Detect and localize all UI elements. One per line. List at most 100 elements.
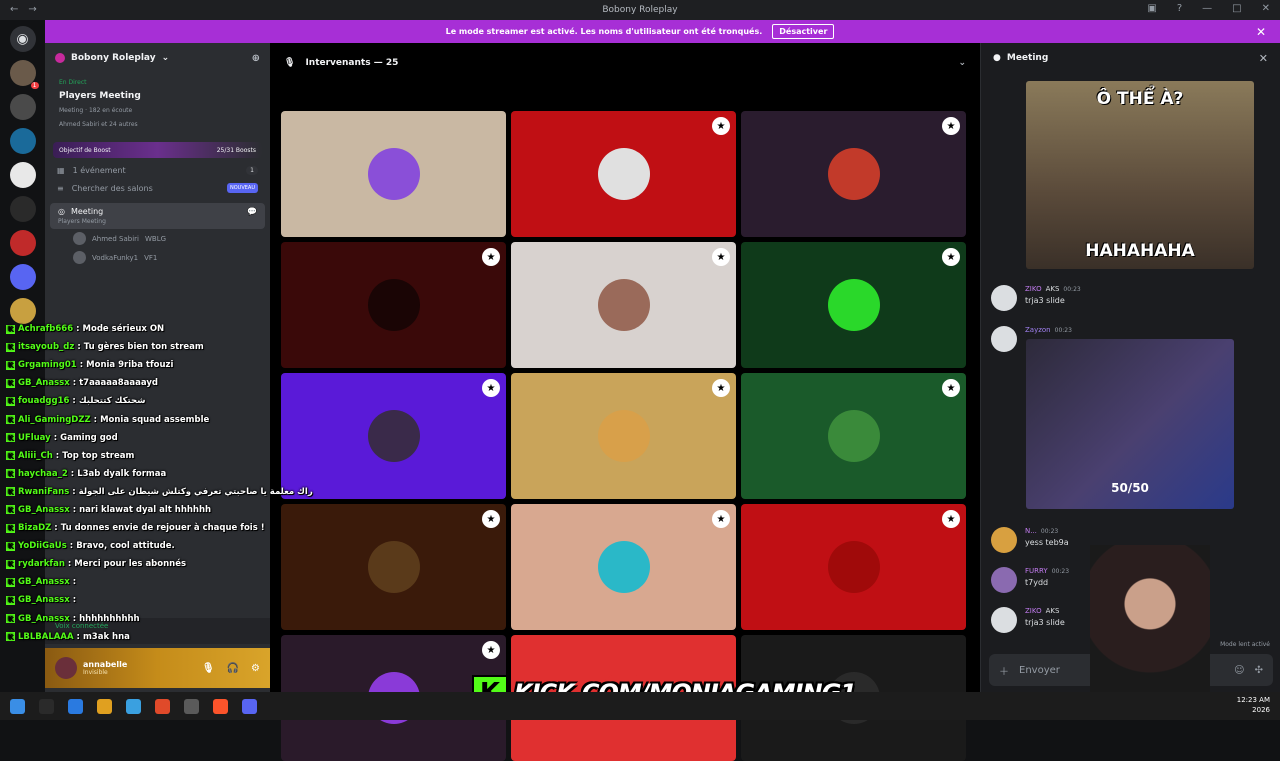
speaker-tile[interactable]: ★ bbox=[741, 504, 966, 630]
discord-home-icon[interactable]: ◉ bbox=[9, 26, 36, 52]
browse-channels-row[interactable]: ≡ Chercher des salons NOUVEAU bbox=[45, 179, 270, 197]
speaker-tile[interactable]: ★ bbox=[741, 242, 966, 368]
voice-channel-name: Meeting bbox=[70, 207, 104, 216]
chat-text: Mode sérieux ON bbox=[82, 324, 165, 335]
chat-text: Gaming god bbox=[60, 432, 118, 443]
kick-badge-icon: K bbox=[6, 360, 15, 370]
kick-badge-icon: K bbox=[6, 469, 15, 479]
inbox-icon[interactable]: ▣ bbox=[1147, 3, 1156, 14]
help-icon[interactable]: ? bbox=[1177, 3, 1182, 14]
stream-chat-message: K GB_Anassx: bbox=[6, 595, 77, 606]
chat-username: Aliii_Ch bbox=[18, 450, 53, 461]
voice-user[interactable]: Ahmed Sabiri WBLG bbox=[45, 229, 270, 248]
user-panel: annabelle Invisible 🎙 🎧 ⚙ bbox=[45, 648, 270, 688]
chat-text: راك معلمة يا صاحبتي تعرفي وكتلش شيطان عل… bbox=[78, 486, 313, 497]
speaker-tile[interactable]: ★ bbox=[511, 111, 736, 237]
close-icon[interactable]: ✕ bbox=[1259, 52, 1268, 65]
app-icon[interactable] bbox=[39, 698, 54, 714]
chat-username: rydarkfan bbox=[18, 559, 65, 570]
mute-icon[interactable]: 🎙 bbox=[202, 663, 215, 674]
streamer-mode-banner: Le mode streamer est activé. Les noms d'… bbox=[0, 20, 1280, 43]
avatar[interactable] bbox=[55, 657, 77, 679]
speaker-grid: ★ ★ ★ ★ ★ ★ ★ ★ ★ ★ ★ ★ bbox=[281, 111, 966, 761]
forward-icon[interactable]: → bbox=[28, 4, 36, 15]
chat-text: Top top stream bbox=[62, 450, 135, 461]
app-icon[interactable] bbox=[126, 698, 141, 714]
headphones-icon[interactable]: 🎧 bbox=[227, 663, 239, 674]
minimize-button[interactable]: — bbox=[1202, 3, 1212, 14]
avatar bbox=[991, 285, 1017, 311]
video-attachment[interactable]: 50/50 bbox=[1026, 339, 1234, 509]
chevron-down-icon[interactable]: ⌄ bbox=[958, 58, 966, 68]
voice-user[interactable]: VodkaFunky1 VF1 bbox=[45, 248, 270, 267]
maximize-button[interactable]: □ bbox=[1232, 3, 1241, 14]
gear-icon[interactable]: ⚙ bbox=[251, 663, 260, 674]
voice-channel-sub: Players Meeting bbox=[58, 218, 106, 225]
boost-goal-bar[interactable]: Objectif de Boost 25/31 Boosts bbox=[53, 142, 262, 158]
speaker-tile[interactable]: ★ bbox=[741, 111, 966, 237]
chat-message[interactable]: N... 00:23 yess teb9a bbox=[991, 527, 1069, 553]
title-bar: ← → Bobony Roleplay ▣? — □ ✕ bbox=[0, 0, 1280, 20]
server-icon[interactable] bbox=[9, 162, 36, 188]
chat-username: GB_Anassx bbox=[18, 504, 70, 515]
stream-chat-message: Krydarkfan: Merci pour les abonnés bbox=[6, 559, 187, 570]
windows-start-icon[interactable] bbox=[10, 698, 25, 714]
speaker-tile[interactable]: ★ bbox=[511, 373, 736, 499]
chat-text: Bravo, cool attitude. bbox=[76, 541, 175, 552]
voice-channel-meeting[interactable]: ◎ Meeting 💬 Players Meeting bbox=[50, 203, 265, 229]
app-icon[interactable] bbox=[155, 698, 170, 714]
chat-message[interactable]: ZIKO AKS 00:23 trja3 slide bbox=[991, 285, 1081, 311]
avatar bbox=[597, 148, 650, 200]
app-icon[interactable] bbox=[184, 698, 199, 714]
server-icon[interactable]: 1 bbox=[9, 60, 39, 89]
stream-chat-message: K Aliii_Ch: Top top stream bbox=[6, 450, 135, 461]
speaker-tile[interactable]: ★ bbox=[511, 504, 736, 630]
speaker-tile[interactable]: ★ bbox=[511, 242, 736, 368]
apps-icon[interactable]: ✣ bbox=[1255, 665, 1263, 676]
chrome-icon[interactable] bbox=[97, 698, 112, 714]
gif-caption-bottom: HAHAHAHA bbox=[1085, 241, 1195, 261]
discord-icon[interactable] bbox=[242, 698, 257, 714]
kick-badge-icon: K bbox=[6, 487, 15, 497]
brave-icon[interactable] bbox=[213, 698, 228, 714]
server-icon[interactable] bbox=[9, 94, 36, 120]
speaker-tile[interactable]: ★ bbox=[281, 504, 506, 630]
events-row[interactable]: ▦ 1 événement 1 bbox=[45, 162, 270, 179]
disable-streamer-mode-button[interactable]: Désactiver bbox=[772, 24, 835, 39]
close-window-button[interactable]: ✕ bbox=[1262, 3, 1270, 14]
chat-message[interactable]: ZIKO AKS trja3 slide bbox=[991, 607, 1065, 633]
speaker-tile[interactable] bbox=[281, 111, 506, 237]
close-icon[interactable]: ✕ bbox=[1256, 25, 1266, 39]
server-header[interactable]: Bobony Roleplay ⌄ ⊕ bbox=[45, 43, 270, 73]
avatar bbox=[597, 279, 650, 331]
moderator-badge-icon: ★ bbox=[712, 510, 730, 528]
kick-badge-icon: K bbox=[6, 559, 15, 569]
chat-username: Ali_GamingDZZ bbox=[18, 414, 91, 425]
chat-username: itsayoub_dz bbox=[18, 342, 75, 353]
message-input[interactable]: Envoyer bbox=[1019, 665, 1060, 676]
app-icon[interactable] bbox=[68, 698, 83, 714]
system-clock[interactable]: 12:23 AM 2026 bbox=[1237, 695, 1270, 715]
server-icon[interactable] bbox=[9, 196, 36, 222]
kick-badge-icon: K bbox=[6, 433, 15, 443]
window-title: Bobony Roleplay bbox=[602, 5, 678, 15]
add-member-icon[interactable]: ⊕ bbox=[252, 53, 260, 64]
avatar bbox=[827, 410, 880, 462]
speaker-tile[interactable]: ★ bbox=[741, 373, 966, 499]
server-icon[interactable] bbox=[9, 264, 36, 290]
avatar bbox=[597, 541, 650, 593]
gif-caption-top: Ô THỂ À? bbox=[1096, 89, 1184, 109]
server-icon[interactable] bbox=[9, 230, 36, 256]
avatar bbox=[991, 567, 1017, 593]
live-event-card[interactable]: En Direct Players Meeting Meeting · 182 … bbox=[53, 73, 262, 138]
back-icon[interactable]: ← bbox=[10, 4, 18, 15]
speaker-tile[interactable]: ★ bbox=[281, 373, 506, 499]
emoji-icon[interactable]: ☺ bbox=[1234, 665, 1244, 676]
chat-icon[interactable]: 💬 bbox=[247, 207, 257, 216]
chat-message[interactable]: FURRY 00:23 t7ydd bbox=[991, 567, 1069, 593]
server-icon[interactable] bbox=[9, 128, 36, 154]
speaker-tile[interactable]: ★ bbox=[281, 242, 506, 368]
avatar bbox=[367, 279, 420, 331]
add-icon[interactable]: ＋ bbox=[999, 663, 1009, 678]
gif-image[interactable]: Ô THỂ À? HAHAHAHA bbox=[1026, 81, 1254, 269]
